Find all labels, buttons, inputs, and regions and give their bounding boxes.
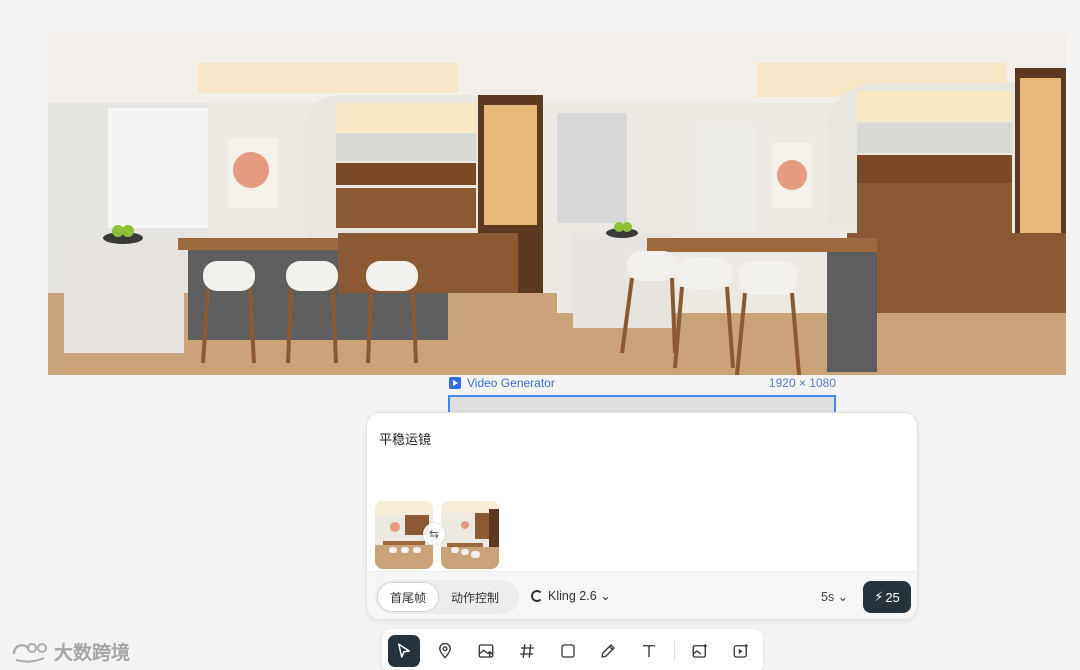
watermark-logo-icon: [12, 642, 47, 663]
kitchen-image-first-frame[interactable]: [48, 33, 557, 375]
pen-tool-button[interactable]: [592, 635, 624, 667]
mode-motion-control-button[interactable]: 动作控制: [439, 582, 511, 612]
lightning-icon: ⚡: [874, 589, 884, 604]
grid-tool-button[interactable]: [511, 635, 543, 667]
video-generate-tool-button[interactable]: [725, 635, 757, 667]
kitchen-image-last-frame[interactable]: [557, 33, 1066, 375]
mode-first-last-frame-button[interactable]: 首尾帧: [377, 582, 440, 612]
prompt-card-footer: 首尾帧 动作控制 Kling 2.6 ⌄ 5s ⌄ ⚡ 25: [367, 571, 917, 619]
rectangle-tool-button[interactable]: [552, 635, 584, 667]
text-tool-button[interactable]: [633, 635, 665, 667]
credits-label: 25: [885, 589, 900, 605]
image-upload-icon: [478, 644, 494, 658]
rectangle-icon: [560, 644, 575, 658]
video-generator-label: Video Generator: [467, 376, 555, 390]
image-sparkle-icon: [692, 643, 708, 658]
prompt-input[interactable]: 平稳运镜: [379, 429, 431, 448]
kling-logo-icon: [531, 589, 543, 602]
hash-grid-icon: [519, 644, 534, 658]
generate-button[interactable]: ⚡ 25: [863, 581, 911, 613]
canvas-toolbar: [382, 629, 763, 670]
prompt-card: 平稳运镜 ⇆ 首尾帧 动作控制 Kling 2.6 ⌄ 5s ⌄ ⚡ 25: [366, 412, 918, 620]
video-generator-title[interactable]: Video Generator: [449, 376, 555, 390]
cursor-icon: [397, 643, 410, 658]
toolbar-divider: [674, 641, 676, 661]
text-icon: [643, 645, 656, 657]
image-tool-button[interactable]: [470, 635, 502, 667]
last-frame-thumbnail[interactable]: [441, 501, 499, 569]
image-strip: [48, 33, 1066, 375]
mode-toggle: 首尾帧 动作控制: [375, 580, 519, 614]
video-sparkle-icon: [733, 643, 749, 658]
pencil-icon: [601, 644, 616, 658]
location-pin-icon: [438, 642, 451, 659]
swap-frames-icon[interactable]: ⇆: [423, 523, 445, 545]
model-select[interactable]: Kling 2.6 ⌄: [531, 588, 611, 603]
watermark: 大数跨境: [10, 638, 130, 665]
model-select-label: Kling 2.6 ⌄: [548, 589, 611, 603]
duration-select[interactable]: 5s ⌄: [821, 589, 848, 604]
image-generate-tool-button[interactable]: [684, 635, 716, 667]
video-generator-header: Video Generator 1920 × 1080: [449, 375, 836, 391]
select-tool-button[interactable]: [388, 635, 420, 667]
watermark-text: 大数跨境: [54, 643, 131, 664]
output-size-label: 1920 × 1080: [768, 376, 836, 390]
play-icon: [449, 377, 461, 389]
location-tool-button[interactable]: [429, 635, 461, 667]
